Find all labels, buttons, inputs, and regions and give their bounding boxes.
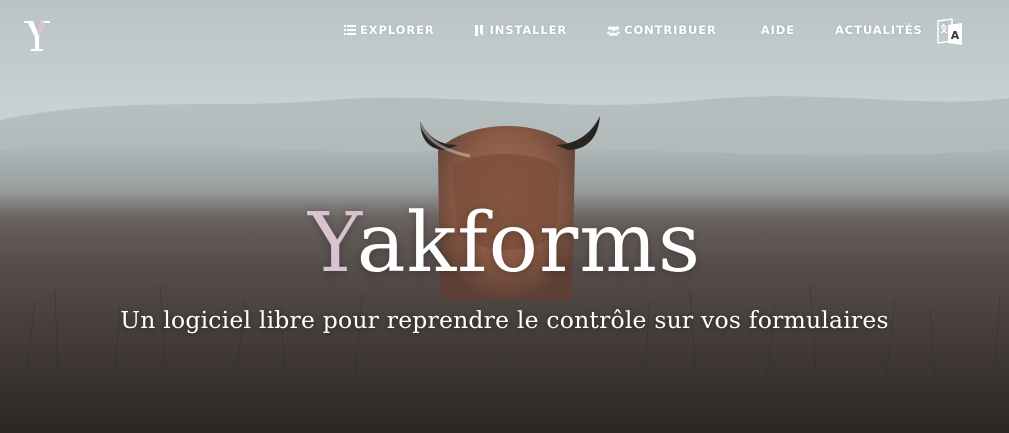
nav-explorer[interactable]: EXPLORER (343, 23, 435, 37)
nav-contribuer-label: CONTRIBUER (624, 23, 717, 37)
svg-text:A: A (951, 29, 960, 42)
nav-actualites[interactable]: ACTUALITÉS (835, 23, 923, 37)
main-menu: EXPLORER INSTALLER CONTRIBUER AIDE ACTUA… (343, 22, 923, 38)
translate-icon[interactable]: A (936, 17, 964, 47)
nav-contribuer[interactable]: CONTRIBUER (607, 23, 717, 37)
nav-explorer-label: EXPLORER (360, 23, 435, 37)
nav-aide-label: AIDE (760, 23, 795, 37)
nav-actualites-label: ACTUALITÉS (834, 23, 923, 37)
bookmark-icon (473, 24, 486, 36)
brand-name: akforms (356, 196, 702, 291)
users-icon (607, 24, 621, 36)
nav-installer-label: INSTALLER (489, 23, 568, 37)
site-brand-wordmark: Yakforms (308, 196, 701, 292)
brand-initial: Y (307, 196, 357, 291)
nav-aide[interactable]: AIDE (761, 23, 795, 37)
nav-installer[interactable]: INSTALLER (473, 23, 568, 37)
site-tagline: Un logiciel libre pour reprendre le cont… (120, 306, 889, 334)
site-brand: Yakforms (0, 196, 1009, 306)
top-navigation-bar: EXPLORER INSTALLER CONTRIBUER AIDE ACTUA… (0, 0, 1009, 60)
yakforms-logo-icon[interactable] (22, 19, 52, 53)
list-icon (343, 24, 356, 36)
hero-banner: EXPLORER INSTALLER CONTRIBUER AIDE ACTUA… (0, 0, 1009, 433)
